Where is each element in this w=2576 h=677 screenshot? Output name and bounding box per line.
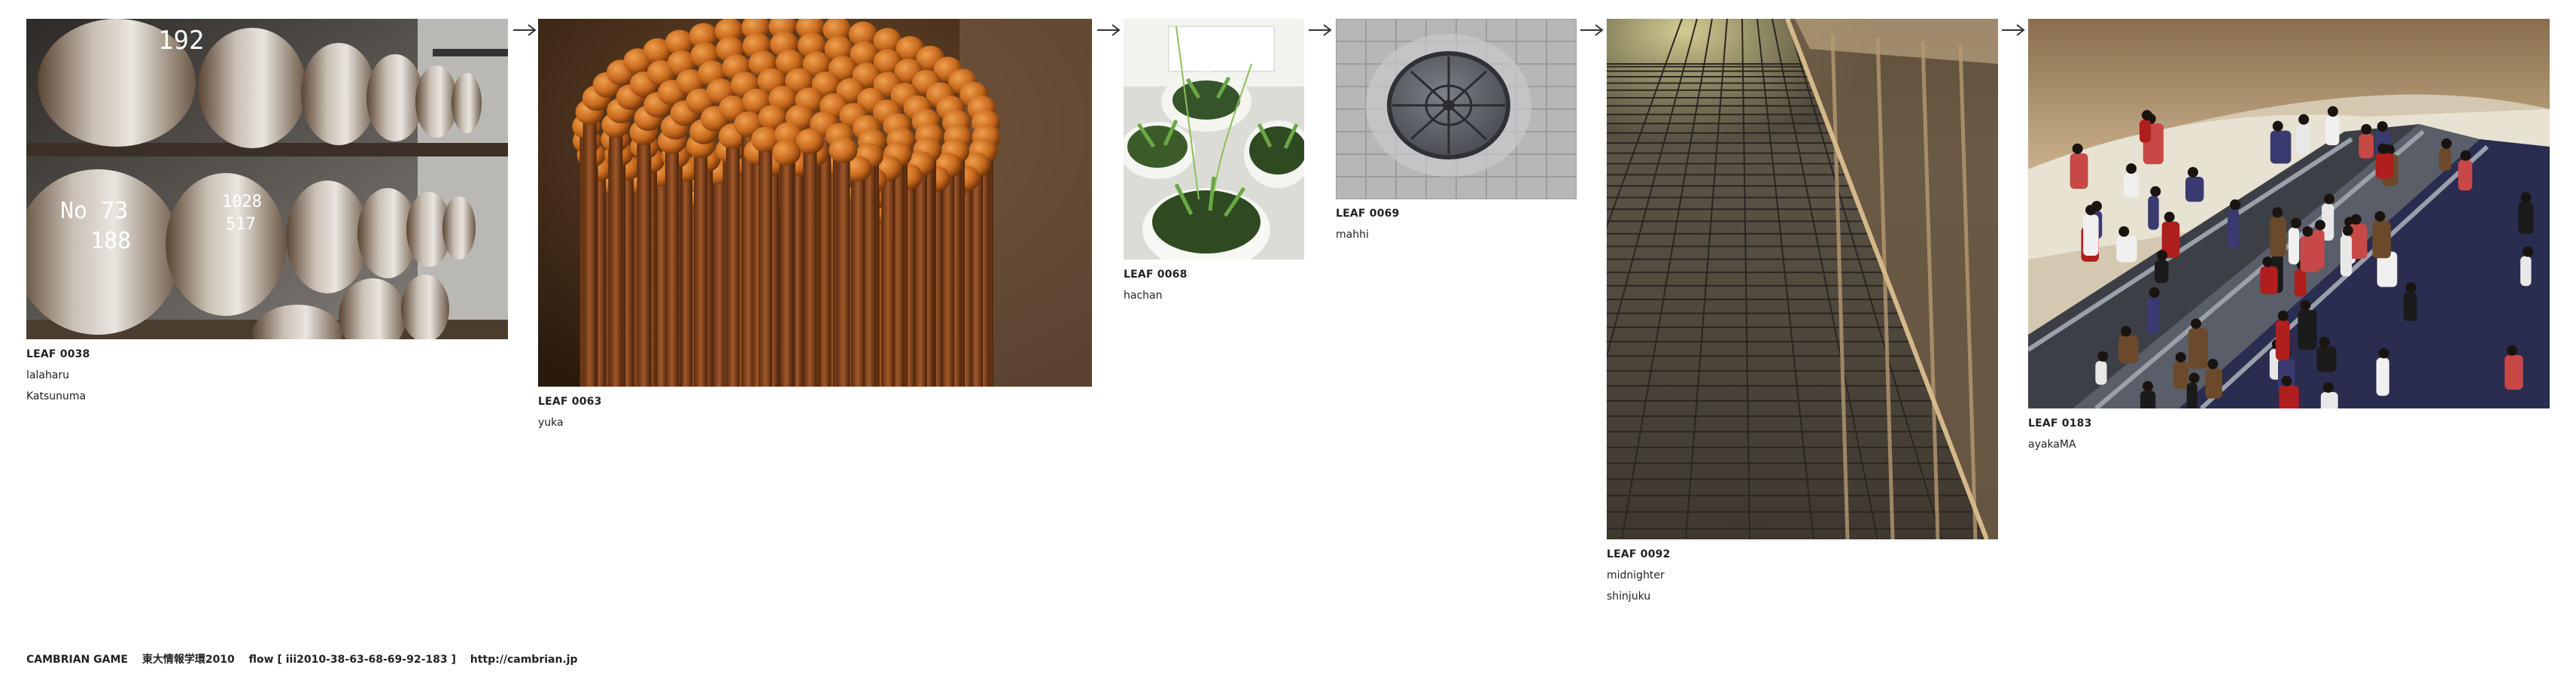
- photo-barrels[interactable]: 192 No 73 188 1028 517: [26, 19, 508, 339]
- barrels-image: 192 No 73 188 1028 517: [26, 19, 508, 339]
- right-arrow-icon: [513, 24, 537, 36]
- photo-matchsticks[interactable]: [538, 19, 1092, 387]
- leaf-author: yuka: [538, 417, 564, 429]
- footer-url-link[interactable]: http://cambrian.jp: [470, 654, 578, 666]
- barrel-marking-1028: 1028: [222, 193, 262, 211]
- leaf-author: ayakaMA: [2028, 439, 2076, 451]
- footer-flow: flow [ iii2010-38-63-68-69-92-183 ]: [248, 654, 456, 666]
- right-arrow-icon: [1580, 24, 1604, 36]
- right-arrow-icon: [2002, 24, 2025, 36]
- matchsticks-image: [538, 19, 1092, 387]
- leaf-author: midnighter: [1607, 569, 1665, 581]
- leaf-id: LEAF 0063: [538, 396, 602, 408]
- leaf-id: LEAF 0092: [1607, 548, 1671, 560]
- barrel-marking-no73: No 73: [60, 198, 128, 224]
- footer-event: 東大情報学環2010: [141, 654, 235, 666]
- barrel-marking-517: 517: [226, 215, 256, 234]
- leaf-author: lalaharu: [26, 369, 70, 381]
- leaf-author: hachan: [1124, 290, 1163, 302]
- photo-walkway[interactable]: [1607, 19, 1998, 539]
- footer-brand: CAMBRIAN GAME: [26, 654, 128, 666]
- photo-manhole[interactable]: [1336, 19, 1577, 199]
- leaf-author: mahhi: [1336, 229, 1369, 241]
- walkway-image: [1607, 19, 1998, 539]
- photo-escalators[interactable]: [2028, 19, 2550, 408]
- photo-plants[interactable]: [1124, 19, 1304, 260]
- escalators-image: [2028, 19, 2550, 408]
- plants-image: [1124, 19, 1304, 260]
- manhole-image: [1336, 19, 1577, 199]
- barrel-marking-188: 188: [90, 228, 131, 254]
- barrel-marking-192: 192: [158, 26, 204, 56]
- footer: CAMBRIAN GAME 東大情報学環2010 flow [ iii2010-…: [26, 651, 588, 666]
- leaf-id: LEAF 0038: [26, 348, 90, 360]
- leaf-id: LEAF 0069: [1336, 208, 1400, 220]
- right-arrow-icon: [1097, 24, 1121, 36]
- right-arrow-icon: [1309, 24, 1332, 36]
- leaf-place: Katsunuma: [26, 390, 87, 402]
- leaf-id: LEAF 0068: [1124, 269, 1188, 281]
- leaf-id: LEAF 0183: [2028, 417, 2092, 430]
- leaf-place: shinjuku: [1607, 590, 1651, 603]
